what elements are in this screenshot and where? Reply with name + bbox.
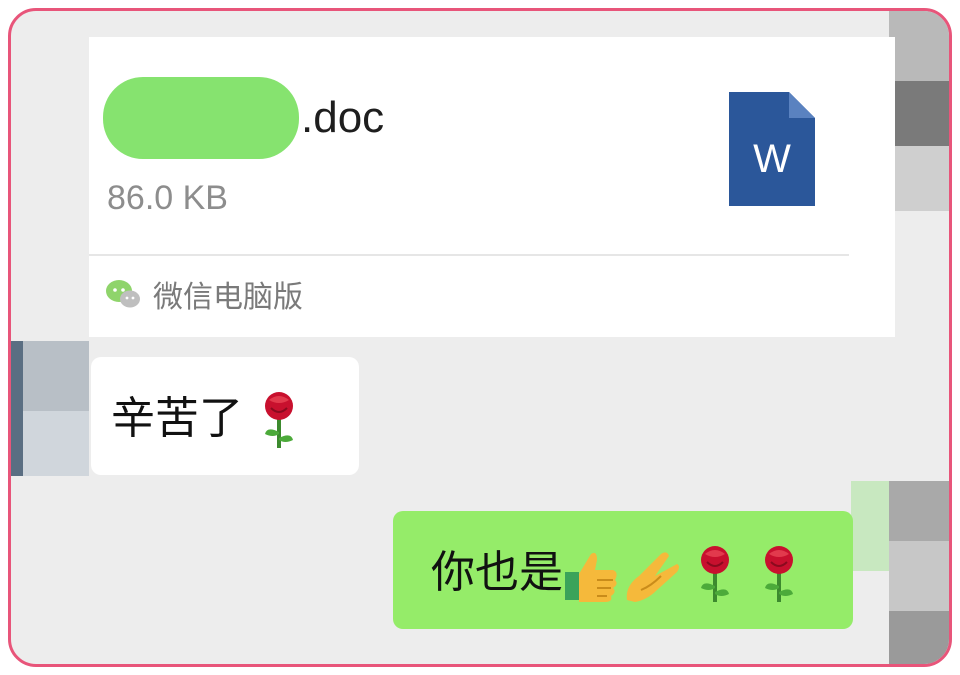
rose-icon — [701, 546, 729, 602]
received-message-bubble[interactable]: 辛苦了 — [91, 357, 359, 475]
chat-screenshot-frame: .doc 86.0 KB W 微信电脑版 辛苦了 你也是 — [8, 8, 952, 667]
file-name: .doc — [301, 93, 385, 142]
sent-message-bubble[interactable]: 你也是 — [393, 511, 853, 629]
source-label: 微信电脑版 — [153, 280, 303, 315]
file-name-row: .doc — [103, 77, 384, 159]
pixelated-blur — [851, 481, 889, 571]
message-text-content: 辛苦了 — [111, 393, 243, 444]
pixelated-avatar-blur — [889, 541, 949, 611]
card-divider — [89, 254, 849, 256]
rose-icon — [765, 546, 793, 602]
ok-hand-icon — [626, 552, 679, 602]
rose-icon — [265, 392, 293, 448]
word-icon-letter: W — [753, 137, 791, 181]
file-message-card[interactable]: .doc 86.0 KB W 微信电脑版 — [89, 37, 895, 337]
wechat-icon — [106, 280, 140, 308]
thumbs-up-icon — [565, 552, 617, 602]
pixelated-avatar-blur — [11, 341, 23, 476]
message-text: 辛苦了 — [111, 382, 301, 450]
redacted-file-name — [103, 77, 299, 159]
pixelated-blur — [889, 81, 949, 146]
pixelated-blur — [889, 146, 949, 211]
pixelated-avatar-blur — [889, 611, 949, 664]
word-document-icon: W — [729, 92, 815, 206]
pixelated-avatar-blur — [889, 481, 949, 541]
message-text-content: 你也是 — [431, 547, 563, 598]
source-row: 微信电脑版 — [105, 272, 303, 316]
message-text: 你也是 — [431, 536, 811, 604]
pixelated-blur — [889, 11, 949, 81]
file-size: 86.0 KB — [107, 179, 228, 217]
